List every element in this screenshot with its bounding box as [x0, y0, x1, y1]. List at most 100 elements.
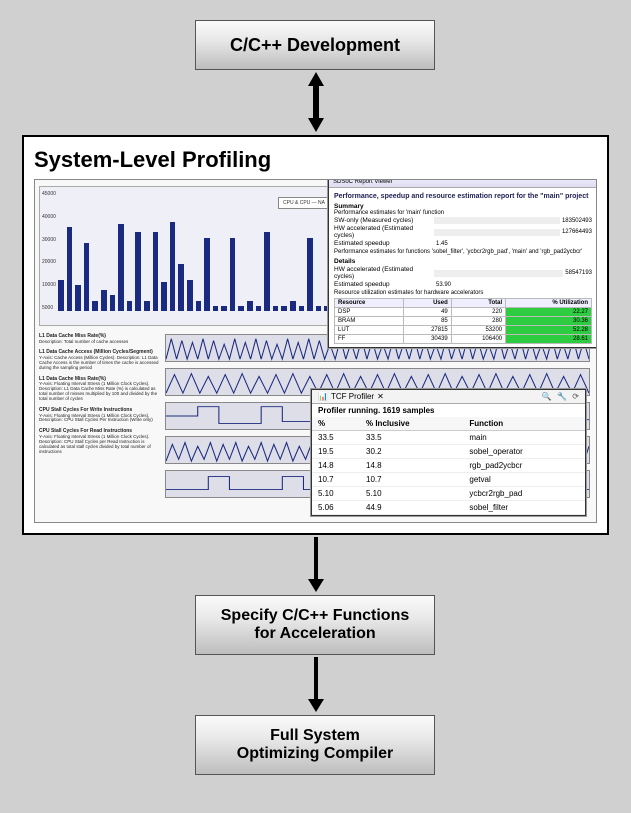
- chart-bar: [144, 301, 150, 311]
- settings-icon[interactable]: 🔧: [557, 392, 567, 401]
- row-value: 53.90: [436, 282, 451, 288]
- table-row[interactable]: 5.105.10ycbcr2rgb_pad: [312, 487, 585, 501]
- table-row: LUT278155320052.28: [335, 326, 592, 335]
- chart-bar: [290, 301, 296, 311]
- chart-bar: [84, 243, 90, 311]
- status-text: samples: [400, 406, 434, 415]
- row-value: 183502493: [562, 218, 592, 224]
- report-row: Estimated speedup 1.45: [334, 240, 592, 247]
- row-label: HW accelerated (Estimated cycles): [334, 266, 434, 280]
- chart-bar: [230, 238, 236, 311]
- row-label: Estimated speedup: [334, 281, 434, 288]
- profiler-tabbar: 📊 TCF Profiler ✕ 🔍 🔧 ⟳: [312, 390, 585, 404]
- profiler-tab-label: TCF Profiler: [331, 392, 374, 401]
- metric-block: L1 Data Cache Miss Rate(%)Description: T…: [39, 334, 159, 344]
- report-window: SDSoC Report Viewer Performance, speedup…: [328, 179, 597, 348]
- chart-bar: [316, 306, 322, 311]
- report-row: HW accelerated (Estimated cycles) 127664…: [334, 225, 592, 239]
- chart-bar: [178, 264, 184, 311]
- row-label: SW-only (Measured cycles): [334, 217, 434, 224]
- profiling-panel: System-Level Profiling 45000 40000 30000…: [22, 135, 609, 535]
- report-window-title: SDSoC Report Viewer: [329, 179, 597, 188]
- table-row[interactable]: 10.710.7getval: [312, 473, 585, 487]
- flow-box-compiler-l2: Optimizing Compiler: [237, 745, 393, 763]
- flow-box-compiler: Full System Optimizing Compiler: [195, 715, 435, 775]
- chart-bar: [299, 306, 305, 311]
- status-text: Profiler running.: [318, 406, 382, 415]
- flow-box-dev: C/C++ Development: [195, 20, 435, 70]
- chart-bar: [135, 232, 141, 311]
- chart-bar: [101, 290, 107, 311]
- flow-box-specify: Specify C/C++ Functions for Acceleration: [195, 595, 435, 655]
- table-row[interactable]: 33.533.5main: [312, 431, 585, 445]
- chart-bar: [187, 280, 193, 311]
- arrow-2: [306, 537, 326, 592]
- profiler-toolbar: 🔍 🔧 ⟳: [539, 392, 579, 401]
- report-row: HW accelerated (Estimated cycles) 585471…: [334, 266, 592, 280]
- metric-block: CPU Stall Cycles For Write InstructionsY…: [39, 408, 159, 423]
- chart-bar: [127, 301, 133, 311]
- flow-box-dev-label: C/C++ Development: [230, 35, 400, 56]
- chart-bar: [281, 306, 287, 311]
- chart-bar: [110, 295, 116, 311]
- metric-block: L1 Data Cache Access (Million Cycles/Seg…: [39, 350, 159, 370]
- th: %: [312, 417, 360, 431]
- chart-bar: [118, 224, 124, 311]
- ytick: 20000: [42, 259, 56, 265]
- metric-descriptions: L1 Data Cache Miss Rate(%)Description: T…: [39, 334, 159, 461]
- table-row[interactable]: 14.814.8rgb_pad2ycbcr: [312, 459, 585, 473]
- chart-bar: [153, 232, 159, 311]
- refresh-icon[interactable]: ⟳: [572, 392, 579, 401]
- arrow-3: [306, 657, 326, 712]
- chart-y-ticks: 45000 40000 30000 20000 10000 5000: [42, 191, 56, 311]
- flow-box-specify-l2: for Acceleration: [254, 625, 375, 643]
- chart-bar: [161, 282, 167, 311]
- row-value: 127664493: [562, 229, 592, 235]
- chart-bar: [75, 285, 81, 311]
- chart-bar: [264, 232, 270, 311]
- chart-bar: [92, 301, 98, 311]
- flow-box-specify-l1: Specify C/C++ Functions: [221, 607, 409, 625]
- metric-block: CPU Stall Cycles For Read InstructionsY-…: [39, 429, 159, 454]
- report-row: SW-only (Measured cycles) 183502493: [334, 217, 592, 224]
- search-icon[interactable]: 🔍: [542, 392, 552, 401]
- resource-table: Resource Used Total % Utilization DSP492…: [334, 298, 592, 344]
- details-label: Details: [334, 258, 592, 265]
- table-row[interactable]: 5.0644.9sobel_filter: [312, 501, 585, 515]
- row-value: 58547193: [565, 270, 592, 276]
- profiler-icon: 📊: [318, 392, 328, 401]
- report-row: Estimated speedup 53.90: [334, 281, 592, 288]
- th: Total: [451, 299, 505, 308]
- ytick: 10000: [42, 282, 56, 288]
- table-row[interactable]: 19.530.2sobel_operator: [312, 445, 585, 459]
- row-label: Estimated speedup: [334, 240, 434, 247]
- chart-bar: [170, 222, 176, 311]
- row-value: 1.45: [436, 241, 448, 247]
- chart-bar: [238, 306, 244, 311]
- profiler-window: 📊 TCF Profiler ✕ 🔍 🔧 ⟳ Profiler running.…: [311, 389, 586, 516]
- summary-label: Summary: [334, 203, 592, 210]
- chart-bar: [204, 238, 210, 311]
- ytick: 5000: [42, 305, 56, 311]
- report-heading: Performance, speedup and resource estima…: [334, 193, 592, 200]
- resource-heading: Resource utilization estimates for hardw…: [334, 290, 592, 296]
- profiling-screenshot: 45000 40000 30000 20000 10000 5000 CPU &…: [34, 179, 597, 523]
- chart-bar: [196, 301, 202, 311]
- chart-bar: [67, 227, 73, 311]
- status-count: 1619: [382, 406, 400, 415]
- profiler-status: Profiler running. 1619 samples: [312, 404, 585, 417]
- table-row: DSP4922022.27: [335, 308, 592, 317]
- chart-bar: [247, 301, 253, 311]
- chart-bars: [58, 193, 330, 311]
- table-row: BRAM8528030.36: [335, 317, 592, 326]
- perf-func-label: Performance estimates for functions 'sob…: [334, 249, 592, 255]
- close-icon[interactable]: ✕: [377, 392, 384, 401]
- th: Resource: [335, 299, 404, 308]
- profiler-table: % % Inclusive Function 33.533.5main19.53…: [312, 417, 585, 515]
- perf-bar-chart: 45000 40000 30000 20000 10000 5000 CPU &…: [39, 186, 339, 326]
- perf-main-label: Performance estimates for 'main' functio…: [334, 210, 592, 216]
- th: % Inclusive: [360, 417, 463, 431]
- chart-bar: [221, 306, 227, 311]
- ytick: 30000: [42, 237, 56, 243]
- ytick: 40000: [42, 214, 56, 220]
